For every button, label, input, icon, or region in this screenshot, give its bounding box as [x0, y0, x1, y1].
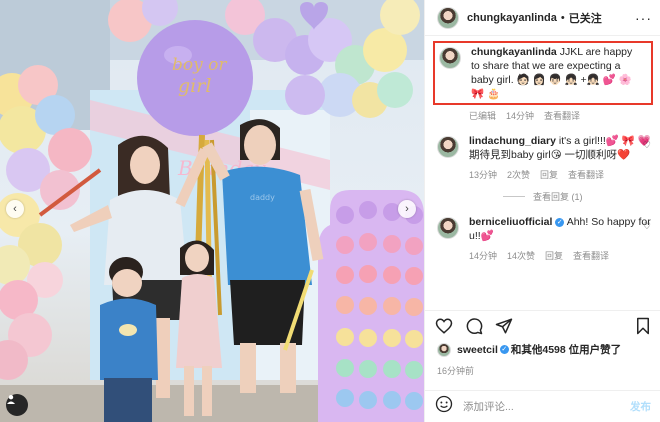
- post-header: chungkayanlinda • 已关注 ···: [425, 0, 660, 36]
- caption-translate-link[interactable]: 查看翻译: [544, 109, 580, 122]
- svg-text:girl: girl: [178, 75, 211, 97]
- commenter-username[interactable]: lindachung_diary: [469, 135, 556, 147]
- caption-meta: 已编辑 14分钟 查看翻译: [469, 109, 660, 122]
- post-actions-bar: [425, 310, 660, 340]
- caption-edited: 已编辑: [469, 111, 497, 121]
- comment-reply-link[interactable]: 回复: [540, 168, 558, 182]
- likes-count-text[interactable]: 和其他4598 位用户赞了: [511, 342, 621, 357]
- comment-like-heart-icon[interactable]: ♡: [643, 140, 651, 151]
- comment-likes[interactable]: 14次赞: [507, 249, 535, 263]
- post-comment-button[interactable]: 发布: [630, 399, 651, 414]
- caption-username[interactable]: chungkayanlinda: [471, 46, 557, 58]
- commenter-avatar[interactable]: [437, 217, 459, 239]
- big-balloon: boy or girl: [137, 20, 253, 136]
- previous-photo-button[interactable]: ‹: [6, 200, 24, 218]
- commenter-username[interactable]: berniceliuofficial: [469, 216, 552, 228]
- post-side-panel: chungkayanlinda • 已关注 ··· chungkayanlind…: [424, 0, 660, 422]
- comment-translate-link[interactable]: 查看翻译: [568, 168, 604, 182]
- comment-item: berniceliuofficial ✓ Ahh! So happy for u…: [425, 215, 660, 263]
- comment-time[interactable]: 13分钟: [469, 168, 497, 182]
- comment-input[interactable]: [463, 400, 630, 413]
- replies-divider: [503, 196, 525, 197]
- post-photo: Birthday boy or girl: [0, 0, 424, 422]
- comment-time[interactable]: 14分钟: [469, 249, 497, 263]
- follow-status-button[interactable]: 已关注: [569, 10, 602, 26]
- svg-text:daddy: daddy: [250, 193, 275, 202]
- caption: chungkayanlinda JJKL are happy to share …: [439, 45, 651, 101]
- comment-like-heart-icon[interactable]: ♡: [643, 221, 651, 232]
- caption-highlight: chungkayanlinda JJKL are happy to share …: [433, 41, 653, 105]
- more-options-icon[interactable]: ···: [635, 10, 652, 26]
- add-comment-bar: 发布: [425, 390, 660, 422]
- liker-avatar[interactable]: [437, 342, 451, 357]
- save-icon[interactable]: [635, 317, 651, 335]
- comments-list: chungkayanlinda JJKL are happy to share …: [425, 37, 660, 309]
- verified-badge-icon: ✓: [555, 218, 565, 227]
- view-replies-label[interactable]: 查看回复 (1): [533, 190, 583, 203]
- comment-item: lindachung_diary it's a girl!!!💕 🎀 💗 期待見…: [425, 134, 660, 182]
- emoji-icon[interactable]: [435, 395, 453, 418]
- likes-summary[interactable]: sweetcil ✓ 和其他4598 位用户赞了: [437, 342, 621, 357]
- view-replies-link[interactable]: 查看回复 (1): [503, 190, 660, 203]
- popit-toy: [318, 190, 424, 422]
- comment-likes[interactable]: 2次赞: [507, 168, 530, 182]
- photo-illustration: Birthday boy or girl: [0, 0, 424, 422]
- caption-avatar[interactable]: [439, 47, 461, 69]
- post-timestamp[interactable]: 16分钟前: [437, 364, 474, 377]
- caption-time[interactable]: 14分钟: [506, 109, 534, 122]
- tagged-user-icon[interactable]: [6, 394, 28, 416]
- liker-username[interactable]: sweetcil: [457, 344, 498, 356]
- commenter-avatar[interactable]: [437, 136, 459, 158]
- share-icon[interactable]: [495, 317, 513, 335]
- comment-icon[interactable]: [465, 317, 483, 335]
- like-icon[interactable]: [435, 317, 453, 335]
- verified-badge-icon: ✓: [499, 345, 509, 354]
- author-username[interactable]: chungkayanlinda: [467, 12, 557, 24]
- svg-text:boy or: boy or: [172, 55, 227, 75]
- author-avatar[interactable]: [437, 6, 459, 29]
- comment-reply-link[interactable]: 回复: [545, 249, 563, 263]
- next-photo-button[interactable]: ›: [398, 200, 416, 218]
- comment-translate-link[interactable]: 查看翻译: [573, 249, 609, 263]
- header-separator: •: [560, 11, 565, 24]
